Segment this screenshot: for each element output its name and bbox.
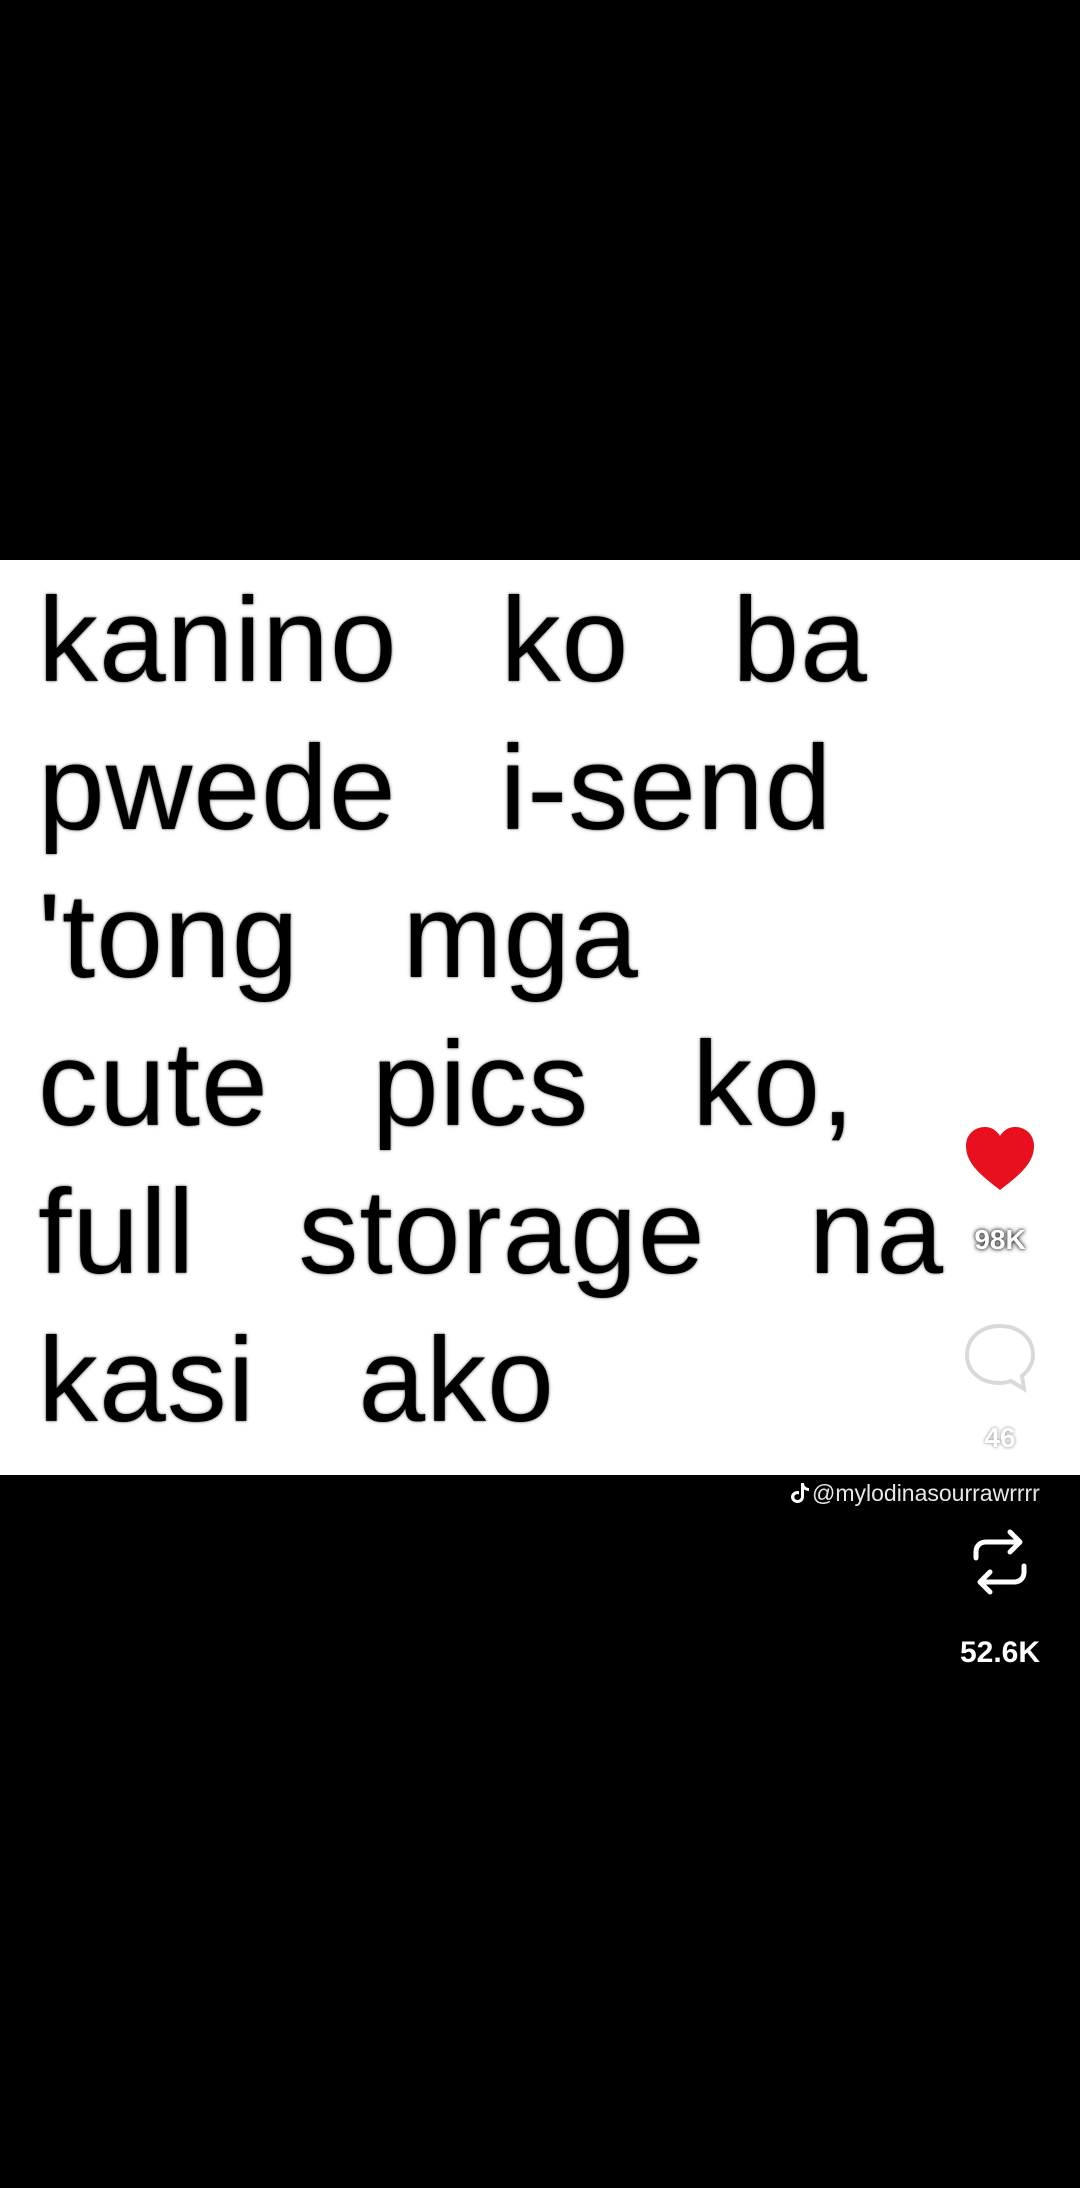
- top-letterbox: [0, 0, 1080, 560]
- tiktok-logo-icon: [790, 1482, 810, 1504]
- comment-bubble-icon[interactable]: [962, 1320, 1038, 1396]
- repost-icon[interactable]: [960, 1522, 1040, 1602]
- comment-count: 46: [984, 1422, 1016, 1453]
- watermark: @mylodinasourrawrrrr: [790, 1480, 1070, 1507]
- repost-count: 52.6K: [959, 1636, 1041, 1669]
- bottom-letterbox: [0, 1475, 1080, 2188]
- caption-line-4: cute pics ko,: [38, 1017, 856, 1151]
- caption-line-3: 'tong mga: [38, 869, 639, 1003]
- caption-line-2: pwede i-send: [38, 721, 833, 855]
- caption-line-5: full storage na: [38, 1165, 945, 1299]
- heart-icon[interactable]: [962, 1124, 1038, 1194]
- watermark-handle: @mylodinasourrawrrrr: [812, 1480, 1040, 1506]
- caption-panel: kanino ko ba pwede i-send 'tong mga cute…: [0, 560, 1080, 1475]
- caption-line-1: kanino ko ba: [38, 573, 868, 707]
- caption-line-6: kasi ako: [38, 1313, 555, 1447]
- like-count: 98K: [974, 1224, 1026, 1255]
